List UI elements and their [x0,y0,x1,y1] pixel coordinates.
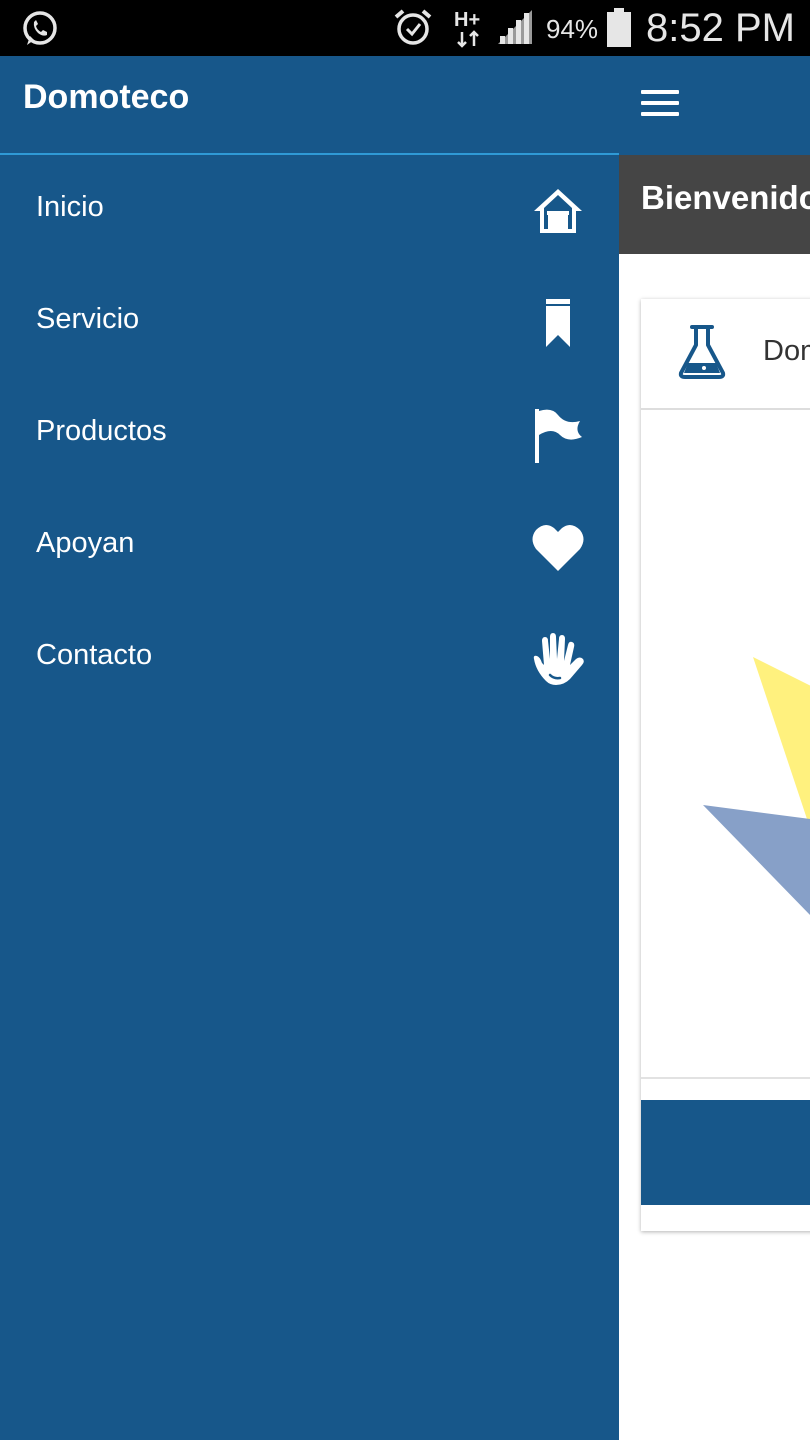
nav-item-servicio[interactable]: Servicio [0,267,619,379]
content-card[interactable]: Domoteco [641,299,810,1231]
navigation-drawer: Domoteco Inicio Servicio Productos Apoya… [0,56,619,1440]
battery-percent: 94% [546,14,599,44]
whatsapp-icon [20,9,60,54]
nav-item-label: Contacto [36,639,153,671]
status-bar: H+ 94% 8:52 PM [0,0,810,56]
flask-icon [677,323,727,386]
bookmark-icon [530,295,586,351]
drawer-title: Domoteco [23,78,190,116]
svg-text:H+: H+ [454,9,480,31]
alarm-icon [393,8,433,53]
menu-icon-line [641,112,679,116]
menu-icon-line [641,101,679,105]
card-image [641,411,810,1079]
card-header-text: Domoteco [763,335,810,367]
welcome-title: Bienvenido [641,179,810,216]
menu-button[interactable] [641,90,681,122]
menu-icon-line [641,90,679,94]
nav-item-apoyan[interactable]: Apoyan [0,491,619,603]
nav-item-label: Inicio [36,191,104,223]
heart-icon [530,519,586,575]
battery-icon [606,8,632,53]
logo-yellow-shape [753,657,810,828]
network-hplus-icon: H+ [452,6,488,55]
nav-item-label: Productos [36,415,167,447]
flag-icon [530,407,586,463]
drawer-header: Domoteco [0,56,619,155]
nav-item-productos[interactable]: Productos [0,379,619,491]
card-header: Domoteco [641,299,810,410]
card-footer-bar[interactable] [641,1100,810,1205]
home-icon [530,183,586,239]
welcome-bar: Bienvenido [619,155,810,254]
nav-item-contacto[interactable]: Contacto [0,603,619,715]
nav-item-label: Apoyan [36,527,135,559]
signal-icon [496,10,534,51]
nav-item-inicio[interactable]: Inicio [0,155,619,267]
hand-icon [530,631,586,687]
clock: 8:52 PM [646,6,795,50]
app-bar [619,56,810,155]
logo-blue-shape [703,805,810,915]
nav-item-label: Servicio [36,303,140,335]
